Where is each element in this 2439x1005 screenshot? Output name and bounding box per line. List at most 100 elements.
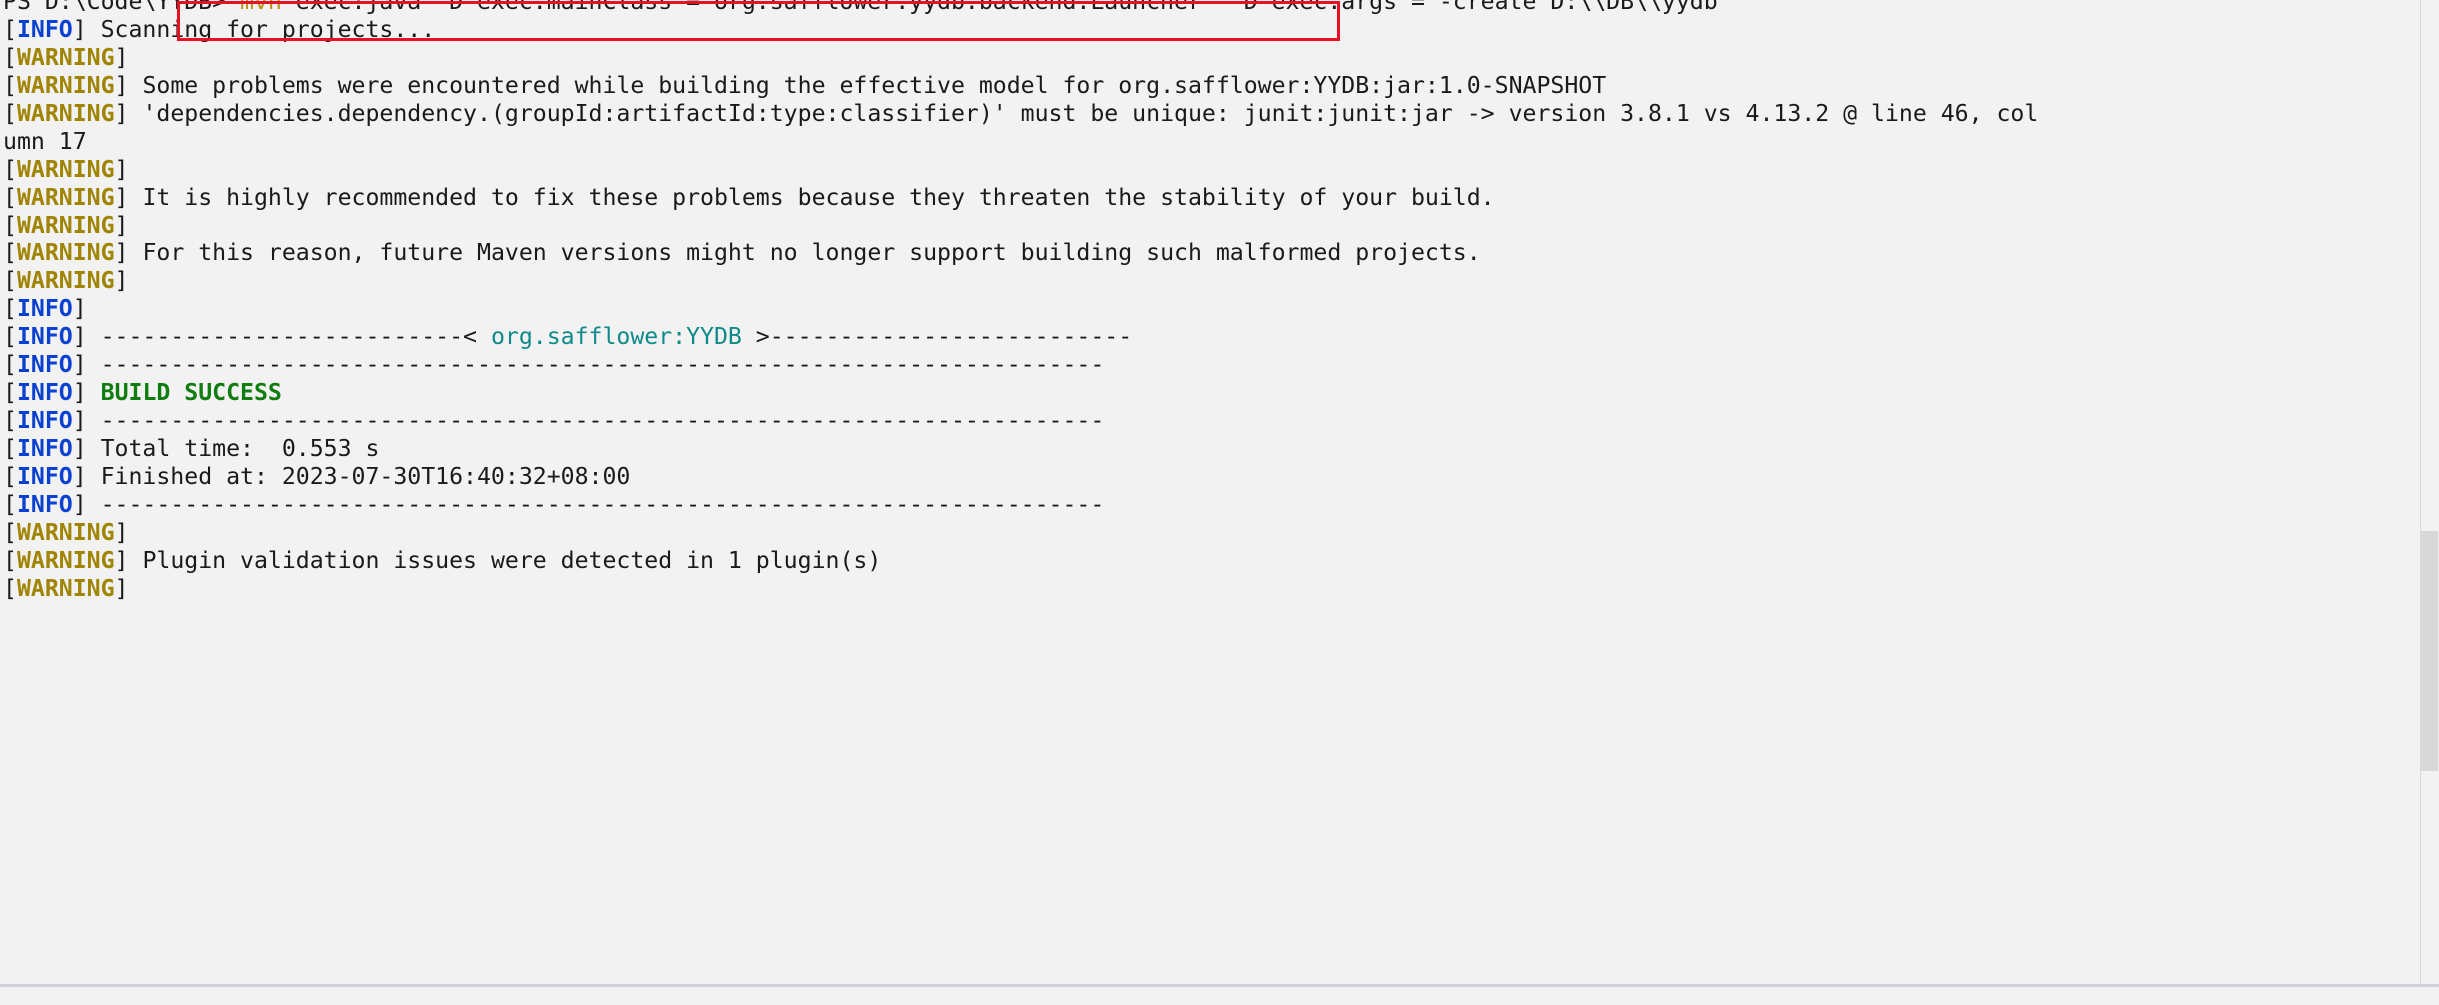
log-level-warning: WARNING: [16, 99, 115, 127]
log-message: Plugin validation issues were detected i…: [128, 546, 882, 574]
log-message: For this reason, future Maven versions m…: [128, 239, 1481, 267]
vertical-scrollbar-track[interactable]: [2420, 0, 2439, 984]
console-line: [INFO] Finished at: 2023-07-30T16:40:32+…: [0, 463, 2420, 491]
log-level-info: INFO: [16, 407, 73, 435]
log-message: 'dependencies.dependency.(groupId:artifa…: [128, 99, 2039, 127]
log-level-info: INFO: [16, 295, 73, 323]
separator-rule: ----------------------------------------…: [86, 490, 1105, 518]
console-line: [WARNING] Plugin validation issues were …: [0, 547, 2420, 575]
console-line-wrapped: umn 17: [0, 128, 2420, 156]
log-bracket-open: [: [3, 518, 17, 546]
log-bracket-close: ]: [72, 462, 87, 490]
prompt-path: PS D:\Code\YYDB>: [3, 0, 227, 15]
separator-rule: ----------------------------------------…: [86, 407, 1105, 435]
project-coordinates: org.safflower:YYDB: [490, 323, 742, 351]
console-line: [INFO] ---------------------------------…: [0, 351, 2420, 379]
log-level-warning: WARNING: [16, 518, 115, 546]
log-level-info: INFO: [16, 15, 73, 43]
log-level-info: INFO: [16, 435, 73, 462]
command-arguments: exec:java -D"exec.mainClass"="org.safflo…: [281, 0, 1732, 15]
separator-dashes-right: >--------------------------: [741, 323, 1133, 351]
console-line: [WARNING]: [0, 519, 2420, 547]
log-bracket-close: ]: [114, 99, 129, 127]
log-level-info: INFO: [16, 323, 73, 351]
wrapped-text: umn 17: [3, 127, 87, 155]
log-bracket-open: [: [3, 546, 17, 574]
log-bracket-close: ]: [72, 323, 87, 351]
console-line: [INFO] Scanning for projects...: [0, 16, 2420, 44]
log-bracket-open: [: [3, 490, 17, 518]
log-bracket-close: ]: [114, 518, 129, 546]
window-bottom-edge: [0, 984, 2439, 1005]
log-bracket-open: [: [3, 323, 17, 351]
log-bracket-open: [: [3, 15, 17, 43]
console-output-area[interactable]: [INFO] [WARNING] [WARNING] [WARNING]PS D…: [0, 0, 2420, 984]
log-bracket-close: ]: [114, 211, 129, 239]
log-bracket-close: ]: [72, 379, 87, 407]
log-level-info: INFO: [16, 351, 73, 379]
log-bracket-close: ]: [114, 239, 129, 267]
log-bracket-open: [: [3, 295, 17, 323]
log-bracket-close: ]: [114, 71, 129, 99]
separator-rule: ----------------------------------------…: [86, 351, 1105, 379]
log-bracket-close: ]: [114, 267, 129, 295]
log-bracket-open: [: [3, 155, 17, 183]
log-level-warning: WARNING: [16, 155, 115, 183]
separator-dashes-left: --------------------------<: [86, 323, 491, 351]
log-bracket-open: [: [3, 99, 17, 127]
log-bracket-close: ]: [114, 546, 129, 574]
log-level-info: INFO: [16, 490, 73, 518]
log-message: Total time: 0.553 s: [86, 435, 380, 462]
console-line: [INFO] --------------------------< org.s…: [0, 323, 2420, 351]
log-level-warning: WARNING: [16, 211, 115, 239]
log-bracket-open: [: [3, 183, 17, 211]
powershell-terminal-window: [INFO] [WARNING] [WARNING] [WARNING]PS D…: [0, 0, 2439, 1005]
log-bracket-open: [: [3, 379, 17, 407]
log-level-warning: WARNING: [16, 546, 115, 574]
console-line: [WARNING]: [0, 156, 2420, 184]
command-name: mvn: [240, 0, 282, 15]
console-line: [WARNING] 'dependencies.dependency.(grou…: [0, 100, 2420, 128]
console-line: [WARNING] For this reason, future Maven …: [0, 239, 2420, 267]
log-bracket-open: [: [3, 239, 17, 267]
log-bracket-open: [: [3, 407, 17, 435]
log-message: Scanning for projects...: [86, 15, 436, 43]
build-status: BUILD SUCCESS: [100, 379, 282, 407]
log-bracket-close: ]: [72, 15, 87, 43]
log-bracket-open: [: [3, 435, 17, 462]
console-line: [WARNING]: [0, 575, 2420, 603]
log-bracket-open: [: [3, 351, 17, 379]
log-bracket-close: ]: [72, 295, 87, 323]
log-bracket-open: [: [3, 43, 17, 71]
log-bracket-close: ]: [72, 435, 87, 462]
log-bracket-close: ]: [114, 574, 129, 602]
console-line: [INFO]: [0, 295, 2420, 323]
console-line: [INFO] BUILD SUCCESS: [0, 379, 2420, 407]
log-level-warning: WARNING: [16, 183, 115, 211]
vertical-scrollbar-thumb[interactable]: [2421, 531, 2438, 771]
console-line: [WARNING] Some problems were encountered…: [0, 72, 2420, 100]
console-line: [INFO] ---------------------------------…: [0, 407, 2420, 435]
log-message: It is highly recommended to fix these pr…: [128, 183, 1495, 211]
log-bracket-close: ]: [72, 490, 87, 518]
log-bracket-open: [: [3, 267, 17, 295]
log-level-info: INFO: [16, 462, 73, 490]
log-message: Some problems were encountered while bui…: [128, 71, 1607, 99]
log-level-warning: WARNING: [16, 239, 115, 267]
log-bracket-close: ]: [72, 407, 87, 435]
log-level-info: INFO: [16, 379, 73, 407]
log-level-warning: WARNING: [16, 71, 115, 99]
console-line: [INFO] Total time: 0.553 s: [0, 435, 2420, 463]
prompt-line: PS D:\Code\YYDB> mvn exec:java -D"exec.m…: [0, 0, 2420, 16]
console-line: [WARNING]: [0, 44, 2420, 72]
console-line: [WARNING] It is highly recommended to fi…: [0, 184, 2420, 212]
log-bracket-open: [: [3, 211, 17, 239]
log-bracket-open: [: [3, 71, 17, 99]
log-message: Finished at: 2023-07-30T16:40:32+08:00: [86, 462, 631, 490]
log-level-warning: WARNING: [16, 43, 115, 71]
log-bracket-open: [: [3, 574, 17, 602]
console-line: [WARNING]: [0, 212, 2420, 240]
log-bracket-close: ]: [72, 351, 87, 379]
